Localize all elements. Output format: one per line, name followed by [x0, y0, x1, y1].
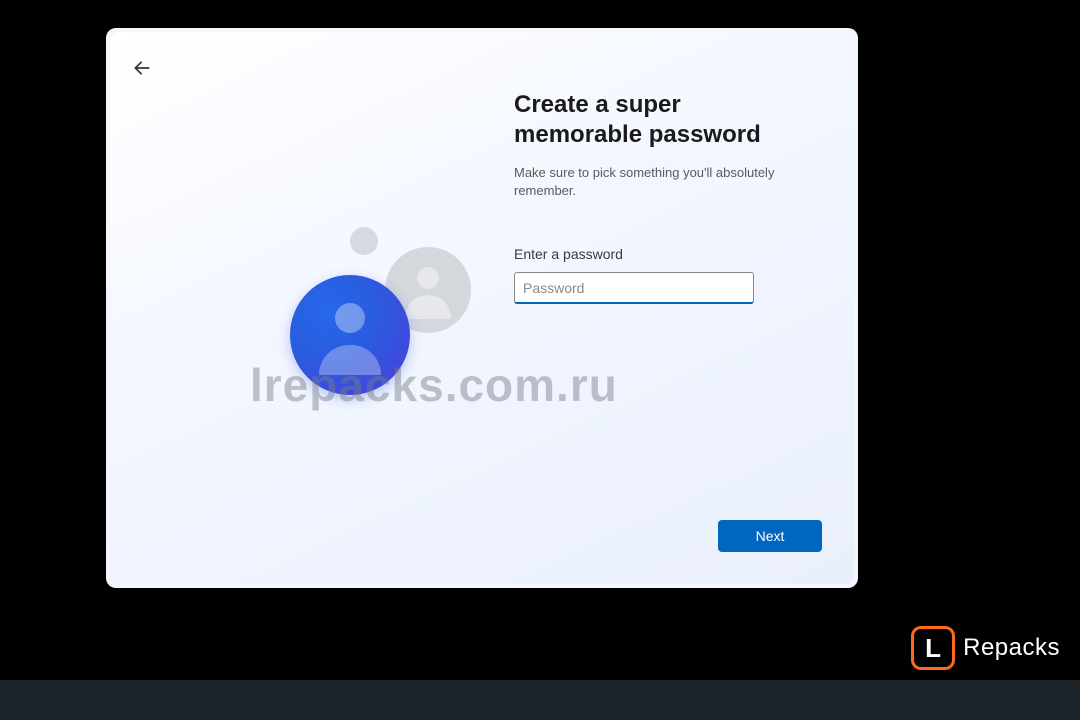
- page-subtitle: Make sure to pick something you'll absol…: [514, 164, 804, 200]
- setup-window: lrepacks.com.ru Create a super memorable…: [106, 28, 858, 588]
- password-input[interactable]: [514, 272, 754, 304]
- logo-mark-icon: L: [911, 626, 955, 670]
- password-label: Enter a password: [514, 246, 804, 262]
- form-panel: Create a super memorable password Make s…: [514, 90, 804, 304]
- back-button[interactable]: [128, 54, 156, 82]
- site-logo: L Repacks: [911, 626, 1060, 670]
- window-surface: lrepacks.com.ru Create a super memorable…: [110, 32, 854, 584]
- watermark-text: lrepacks.com.ru: [250, 358, 618, 412]
- hero-illustration: [205, 227, 505, 447]
- arrow-left-icon: [132, 58, 152, 78]
- page-footer-bar: [0, 680, 1080, 720]
- logo-text: Repacks: [963, 634, 1060, 662]
- decorative-dot: [350, 227, 378, 255]
- next-button[interactable]: Next: [718, 520, 822, 552]
- page-title: Create a super memorable password: [514, 90, 804, 150]
